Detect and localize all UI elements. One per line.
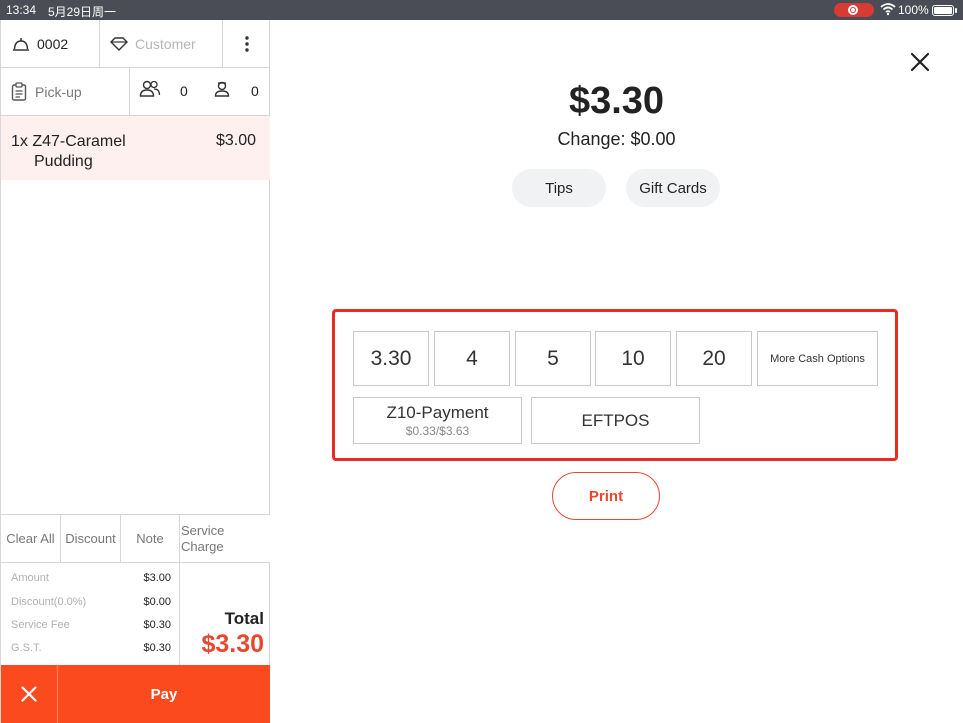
total-value: $3.30 [201,630,264,658]
cash-option-button[interactable]: 5 [515,331,591,386]
staff-count: 0 [251,83,259,99]
cash-option-button[interactable]: 3.30 [353,331,429,386]
clipboard-icon [11,82,27,101]
z10-payment-name: Z10-Payment [386,403,489,422]
order-footer: Pay [1,665,270,723]
print-button[interactable]: Print [552,472,660,520]
order-number-button[interactable]: 0002 [1,20,100,67]
battery-icon [932,5,954,16]
summary-gst: G.S.T. $0.30 [11,642,171,654]
customer-button[interactable]: Customer [100,20,223,67]
cash-option-button[interactable]: 20 [676,331,752,386]
screen-record-icon [834,3,874,17]
service-bell-icon [13,37,29,51]
order-summary: Amount $3.00 Discount(0.0%) $0.00 Servic… [1,563,270,665]
more-cash-options-button[interactable]: More Cash Options [757,331,878,386]
gift-cards-button[interactable]: Gift Cards [626,169,720,207]
order-number: 0002 [37,35,69,52]
battery-percentage: 100% [898,3,929,17]
amount-label: Amount [11,572,49,584]
discount-label: Discount(0.0%) [11,596,87,608]
service-fee-label: Service Fee [11,619,70,631]
summary-service-fee: Service Fee $0.30 [11,619,171,631]
status-bar: 13:34 5月29日周一 100% [0,0,963,20]
order-item-price: $3.00 [215,132,256,149]
amount-due: $3.30 [568,80,665,122]
diamond-icon [110,36,128,51]
more-vertical-icon [244,35,249,52]
eftpos-button[interactable]: EFTPOS [531,397,700,444]
cash-option-button[interactable]: 10 [595,331,671,386]
close-payment-icon[interactable] [908,50,932,74]
service-charge-button[interactable]: Service Charge [180,515,270,562]
status-date: 5月29日周一 [48,5,117,19]
z10-payment-sub: $0.33/$3.63 [405,424,470,438]
summary-discount: Discount(0.0%) $0.00 [11,596,171,608]
order-type-row: Pick-up 0 0 [1,68,270,116]
order-item-row[interactable]: 1x Z47-Caramel Pudding $3.00 [1,116,270,180]
service-charge-line2: Charge [181,538,224,554]
order-actions: Clear All Discount Note Service Charge [1,514,270,563]
change-amount: Change: $0.00 [557,129,676,149]
status-time: 13:34 [6,3,37,17]
cash-option-button[interactable]: 4 [434,331,510,386]
guest-staff-counts[interactable]: 0 0 [130,68,270,115]
discount-value: $0.00 [143,596,171,608]
z10-payment-button[interactable]: Z10-Payment $0.33/$3.63 [353,397,522,444]
order-type-label: Pick-up [35,83,82,100]
note-button[interactable]: Note [121,515,180,562]
battery-tip [955,8,957,13]
order-item-name-line2: Pudding [34,153,93,170]
close-icon [21,686,37,702]
tips-button[interactable]: Tips [512,169,606,207]
order-item-name-line1: 1x Z47-Caramel [11,133,126,150]
summary-amount: Amount $3.00 [11,572,171,584]
order-type-button[interactable]: Pick-up [1,68,130,115]
staff-icon [214,81,230,97]
service-charge-line1: Service [181,522,225,538]
order-item-name: 1x Z47-Caramel Pudding [11,132,191,172]
summary-breakdown: Amount $3.00 Discount(0.0%) $0.00 Servic… [1,563,180,665]
order-panel: 0002 Customer Pick-up 0 0 1x Z47-Caramel… [0,20,270,723]
pay-button[interactable]: Pay [58,665,270,723]
gst-value: $0.30 [143,642,171,654]
customer-placeholder: Customer [135,35,196,52]
more-options-button[interactable] [223,20,270,67]
clear-all-button[interactable]: Clear All [1,515,61,562]
service-fee-value: $0.30 [143,619,171,631]
cancel-order-button[interactable] [1,665,58,723]
gst-label: G.S.T. [11,642,42,654]
discount-button[interactable]: Discount [61,515,121,562]
wifi-icon [880,3,896,16]
order-header-row: 0002 Customer [1,20,270,68]
total-label: Total [224,609,264,628]
amount-value: $3.00 [143,572,171,584]
guest-count: 0 [180,83,188,99]
guests-icon [139,80,161,97]
